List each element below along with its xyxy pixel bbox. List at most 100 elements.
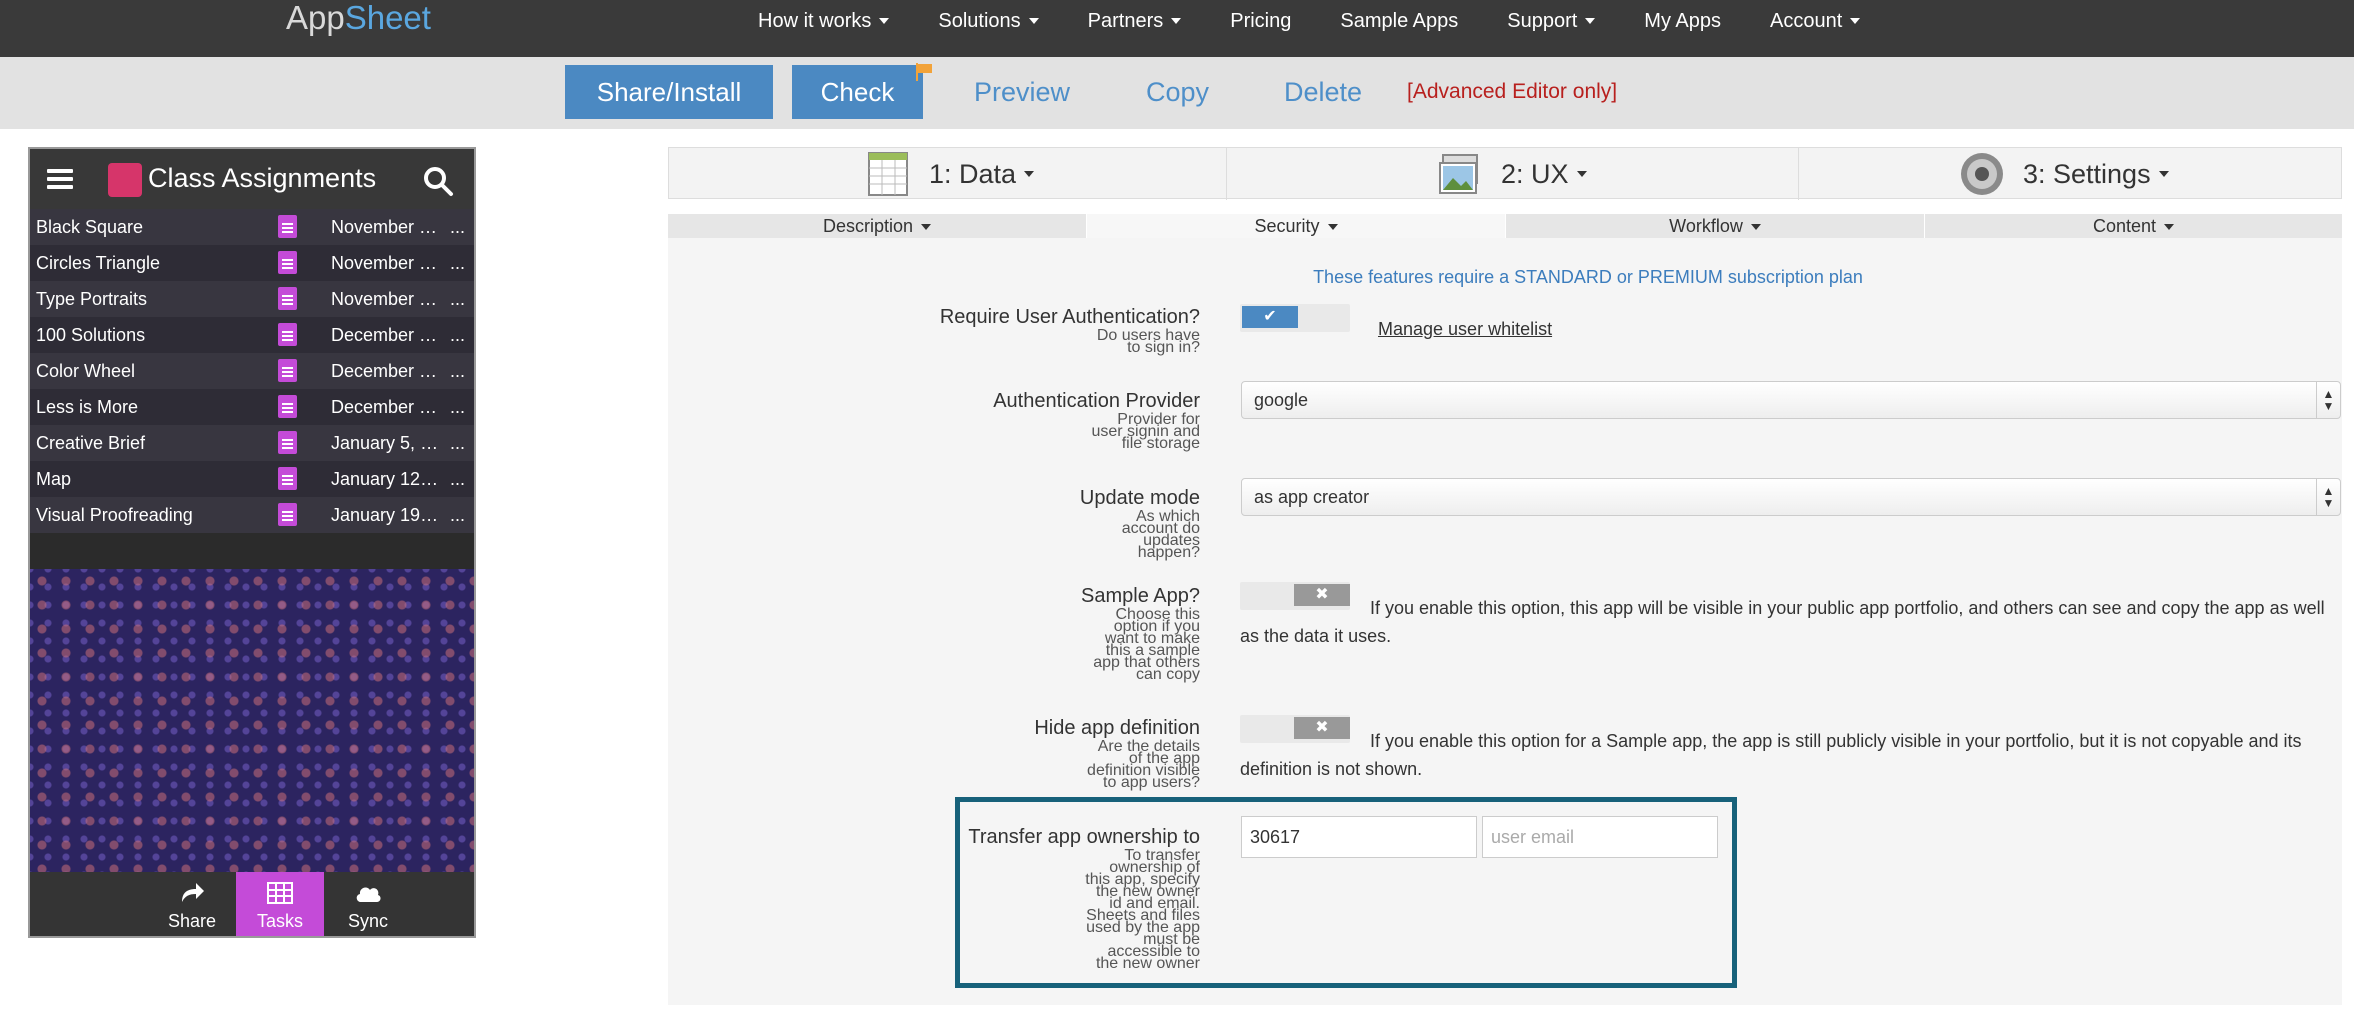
check-icon: ✔ xyxy=(1242,306,1298,328)
tab-settings[interactable]: 3: Settings xyxy=(1959,148,2342,200)
subtab-security[interactable]: Security xyxy=(1087,214,1505,238)
tab-ux-label: 2: UX xyxy=(1501,158,1569,189)
brand-part2: Sheet xyxy=(344,0,431,36)
nav-sample-apps[interactable]: Sample Apps xyxy=(1340,10,1458,33)
chevron-down-icon xyxy=(2158,171,2169,177)
search-icon[interactable] xyxy=(422,165,454,197)
more-icon[interactable]: ... xyxy=(450,505,465,526)
editor-section-tabs: 1: Data 2: UX 3: Settings xyxy=(668,147,2342,200)
delete-button[interactable]: Delete xyxy=(1284,65,1362,119)
copy-button[interactable]: Copy xyxy=(1146,65,1209,119)
app-preview-phone: Class Assignments Black Square November 1… xyxy=(28,147,476,938)
gear-icon xyxy=(1961,153,2003,195)
list-item[interactable]: Color Wheel December 1...... xyxy=(30,353,474,389)
list-item[interactable]: Map January 12, ...... xyxy=(30,461,474,497)
item-date: December 1... xyxy=(331,360,441,381)
item-date: December 2... xyxy=(331,396,441,417)
subscription-notice: These features require a STANDARD or PRE… xyxy=(1313,267,1863,287)
tab-data[interactable]: 1: Data xyxy=(865,148,1227,200)
tab-ux[interactable]: 2: UX xyxy=(1437,148,1799,200)
more-icon[interactable]: ... xyxy=(450,217,465,238)
subtab-description[interactable]: Description xyxy=(668,214,1086,238)
nav-support[interactable]: Support xyxy=(1507,10,1596,33)
nav-partners[interactable]: Partners xyxy=(1088,10,1182,33)
share-install-button[interactable]: Share/Install xyxy=(565,65,773,119)
manage-whitelist-link[interactable]: Manage user whitelist xyxy=(1378,319,1552,340)
chevron-down-icon xyxy=(879,18,890,25)
more-icon[interactable]: ... xyxy=(450,397,465,418)
tab-share[interactable]: Share xyxy=(148,872,236,936)
image-icon xyxy=(1439,154,1478,194)
document-icon xyxy=(278,467,297,490)
item-name: Map xyxy=(36,468,72,489)
hide-definition-help: Are the details of the app definition vi… xyxy=(1087,738,1200,791)
more-icon[interactable]: ... xyxy=(450,469,465,490)
top-navbar: AppSheet How it works Solutions Partners… xyxy=(0,0,2354,57)
tab-data-label: 1: Data xyxy=(929,158,1017,189)
chevron-down-icon xyxy=(2164,224,2175,231)
tab-sync[interactable]: Sync xyxy=(324,872,412,936)
more-icon[interactable]: ... xyxy=(450,325,465,346)
document-icon xyxy=(278,359,297,382)
nav-pricing[interactable]: Pricing xyxy=(1230,10,1291,33)
item-name: Circles Triangle xyxy=(36,252,161,273)
chevron-down-icon xyxy=(1327,224,1338,231)
item-name: Type Portraits xyxy=(36,288,148,309)
require-auth-help: Do users have to sign in? xyxy=(1096,327,1200,356)
app-title: Class Assignments xyxy=(148,163,377,193)
nav-solutions[interactable]: Solutions xyxy=(938,10,1039,33)
update-mode-value: as app creator xyxy=(1254,487,1370,507)
list-item[interactable]: Circles Triangle November 7...... xyxy=(30,245,474,281)
check-button[interactable]: Check xyxy=(792,65,923,119)
update-mode-help: As which account do updates happen? xyxy=(1121,508,1200,561)
list-item[interactable]: Type Portraits November 2...... xyxy=(30,281,474,317)
nav-my-apps[interactable]: My Apps xyxy=(1644,10,1721,33)
auth-provider-value: google xyxy=(1254,390,1309,410)
appsheet-logo[interactable]: AppSheet xyxy=(286,0,431,36)
nav-how-it-works[interactable]: How it works xyxy=(758,10,890,33)
document-icon xyxy=(278,215,297,238)
document-icon xyxy=(278,503,297,526)
hide-definition-label: Hide app definition xyxy=(1034,717,1200,739)
share-arrow-icon xyxy=(182,883,204,902)
item-date: December 8... xyxy=(331,324,441,345)
cloud-icon xyxy=(356,887,381,902)
auth-provider-help: Provider for user signin and file storag… xyxy=(1091,411,1200,452)
sample-app-help: Choose this option if you want to make t… xyxy=(1093,606,1200,683)
item-date: January 19, ... xyxy=(331,504,441,525)
item-date: November 7... xyxy=(331,252,441,273)
item-date: November 2... xyxy=(331,288,441,309)
brand-part1: App xyxy=(286,0,345,36)
item-name: Visual Proofreading xyxy=(36,504,193,525)
menu-icon[interactable] xyxy=(47,169,73,189)
list-item[interactable]: 100 Solutions December 8...... xyxy=(30,317,474,353)
more-icon[interactable]: ... xyxy=(450,361,465,382)
tab-tasks[interactable]: Tasks xyxy=(236,872,324,936)
more-icon[interactable]: ... xyxy=(450,253,465,274)
item-name: Less is More xyxy=(36,396,139,417)
subtab-content[interactable]: Content xyxy=(1925,214,2342,238)
list-item[interactable]: Visual Proofreading January 19, ...... xyxy=(30,497,474,533)
preview-button[interactable]: Preview xyxy=(974,65,1070,119)
settings-subtabs: Description Security Workflow Content xyxy=(668,214,2342,238)
flag-icon xyxy=(916,63,932,81)
update-mode-select[interactable]: as app creator ▲ ▼ xyxy=(1241,478,2341,516)
phone-header: Class Assignments xyxy=(30,149,474,209)
list-item[interactable]: Black Square November 1...... xyxy=(30,209,474,245)
document-icon xyxy=(278,431,297,454)
chevron-down-icon xyxy=(1028,18,1039,25)
auth-provider-select[interactable]: google ▲ ▼ xyxy=(1241,381,2341,419)
item-date: January 5, 2... xyxy=(331,432,441,453)
more-icon[interactable]: ... xyxy=(450,433,465,454)
chevron-down-icon xyxy=(1850,18,1861,25)
require-auth-toggle[interactable]: ✔ xyxy=(1240,304,1350,332)
spreadsheet-icon xyxy=(868,152,908,196)
item-name: Color Wheel xyxy=(36,360,136,381)
list-item[interactable]: Less is More December 2...... xyxy=(30,389,474,425)
more-icon[interactable]: ... xyxy=(450,289,465,310)
list-item[interactable]: Creative Brief January 5, 2...... xyxy=(30,425,474,461)
sample-app-description: If you enable this option, this app will… xyxy=(1240,598,2325,646)
nav-account[interactable]: Account xyxy=(1770,10,1861,33)
item-name: Black Square xyxy=(36,216,144,237)
subtab-workflow[interactable]: Workflow xyxy=(1506,214,1924,238)
